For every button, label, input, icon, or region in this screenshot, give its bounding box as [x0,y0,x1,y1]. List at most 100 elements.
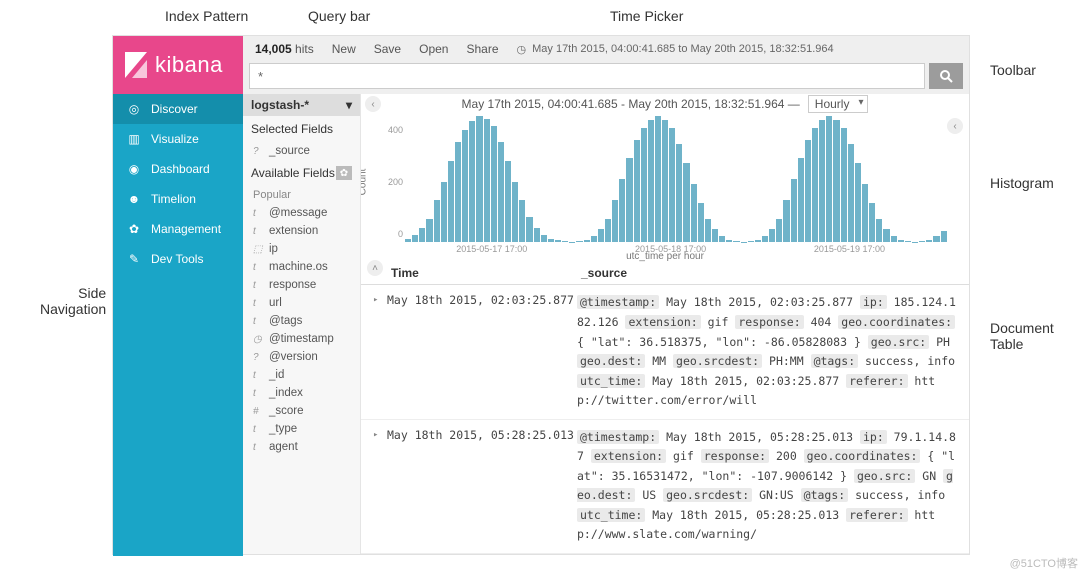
bar [448,161,454,243]
field-item[interactable]: t@message [243,204,360,222]
bar [826,116,832,242]
sidebar-item-dashboard[interactable]: ◉Dashboard [113,154,243,184]
field-key: utc_time: [577,508,645,522]
discover-icon: ◎ [127,102,141,116]
time-picker[interactable]: ◷ May 17th 2015, 04:00:41.685 to May 20t… [517,43,834,56]
field-type-icon: ◷ [253,334,263,345]
field-item[interactable]: #_score [243,402,360,420]
document-table: ▸May 18th 2015, 02:03:25.877@timestamp: … [361,285,969,554]
sidebar-item-devtools[interactable]: ✎Dev Tools [113,244,243,274]
field-type-icon: t [253,370,263,381]
field-name: @message [269,207,327,219]
field-name: url [269,297,282,309]
bar [484,119,490,243]
bar [626,158,632,242]
collapse-right-button[interactable]: ‹ [947,118,963,134]
bar [505,161,511,243]
index-pattern-selector[interactable]: logstash-* ▾ [243,94,360,116]
bar [476,116,482,242]
bar [512,182,518,243]
bar [898,240,904,242]
field-item[interactable]: t _id [243,366,360,384]
bar [641,128,647,242]
bar [434,200,440,242]
management-icon: ✿ [127,222,141,236]
available-fields-header: Available Fields ✿ [243,160,360,186]
field-key: geo.dest: [577,354,645,368]
field-name: _id [269,369,284,381]
field-item[interactable]: ?_source [243,142,360,160]
bar [562,241,568,242]
sidebar-item-management[interactable]: ✿ Management [113,214,243,244]
query-input[interactable] [249,63,925,89]
collapse-left-button[interactable]: ‹ [365,96,381,112]
bar [748,241,754,242]
field-name: @version [269,351,318,363]
watermark: @51CTO博客 [1010,555,1078,571]
bar [605,219,611,242]
kibana-logo[interactable]: kibana [113,36,243,94]
field-item[interactable]: turl [243,294,360,312]
field-item[interactable]: t_index [243,384,360,402]
interval-selector[interactable]: Hourly [808,95,869,113]
bar [469,121,475,242]
bar [762,236,768,242]
bar [812,128,818,242]
field-item[interactable]: ? @version [243,348,360,366]
selected-fields-header: Selected Fields [243,116,360,142]
col-source-header[interactable]: _source [581,266,959,280]
field-item[interactable]: t_type [243,420,360,438]
field-key: ip: [860,295,887,309]
fields-settings-button[interactable]: ✿ [336,166,352,180]
chevron-down-icon: ▾ [346,98,352,112]
field-type-icon: ? [253,146,263,157]
field-type-icon: ? [253,352,263,363]
field-key: response: [701,449,769,463]
bar [926,240,932,242]
search-icon [939,69,953,83]
open-button[interactable]: Open [419,42,448,56]
bar [833,120,839,243]
time-range-text: May 17th 2015, 04:00:41.685 to May 20th … [532,43,834,55]
field-name: machine.os [269,261,328,273]
annot-side-nav: Side Navigation [40,285,106,317]
sidebar-item-timelion[interactable]: ☻Timelion [113,184,243,214]
nav-label: Management [151,222,221,236]
bar [848,144,854,242]
search-button[interactable] [929,63,963,89]
field-item[interactable]: textension [243,222,360,240]
col-time-header[interactable]: Time [391,266,581,280]
field-item[interactable]: t@tags [243,312,360,330]
field-item[interactable]: tresponse [243,276,360,294]
y-tick: 0 [398,229,403,239]
field-item[interactable]: tmachine.os [243,258,360,276]
field-item[interactable]: ◷@timestamp [243,330,360,348]
bar [883,229,889,242]
bar [498,142,504,242]
histogram-bars [405,116,947,242]
sidebar-item-discover[interactable]: ◎Discover [113,94,243,124]
expand-row-button[interactable]: ▸ [373,428,387,545]
bar [933,236,939,242]
y-tick: 200 [388,177,403,187]
bar [919,241,925,242]
field-name: _index [269,387,303,399]
field-key: referer: [846,374,907,388]
bar [798,158,804,242]
bar [541,235,547,242]
field-name: response [269,279,316,291]
share-button[interactable]: Share [466,42,498,56]
annot-doc-table: Document Table [990,320,1054,352]
field-item[interactable]: tagent [243,438,360,456]
sidebar-item-visualize[interactable]: ▥Visualize [113,124,243,154]
bar [776,219,782,242]
annot-toolbar: Toolbar [990,62,1036,78]
histogram-chart[interactable]: Count 0200400 2015-05-17 17:002015-05-18… [361,114,969,249]
bar [755,240,761,242]
annot-histogram: Histogram [990,175,1054,191]
save-button[interactable]: Save [374,42,401,56]
gear-icon: ✿ [340,168,348,179]
field-item[interactable]: ⬚ip [243,240,360,258]
new-button[interactable]: New [332,42,356,56]
expand-row-button[interactable]: ▸ [373,293,387,410]
